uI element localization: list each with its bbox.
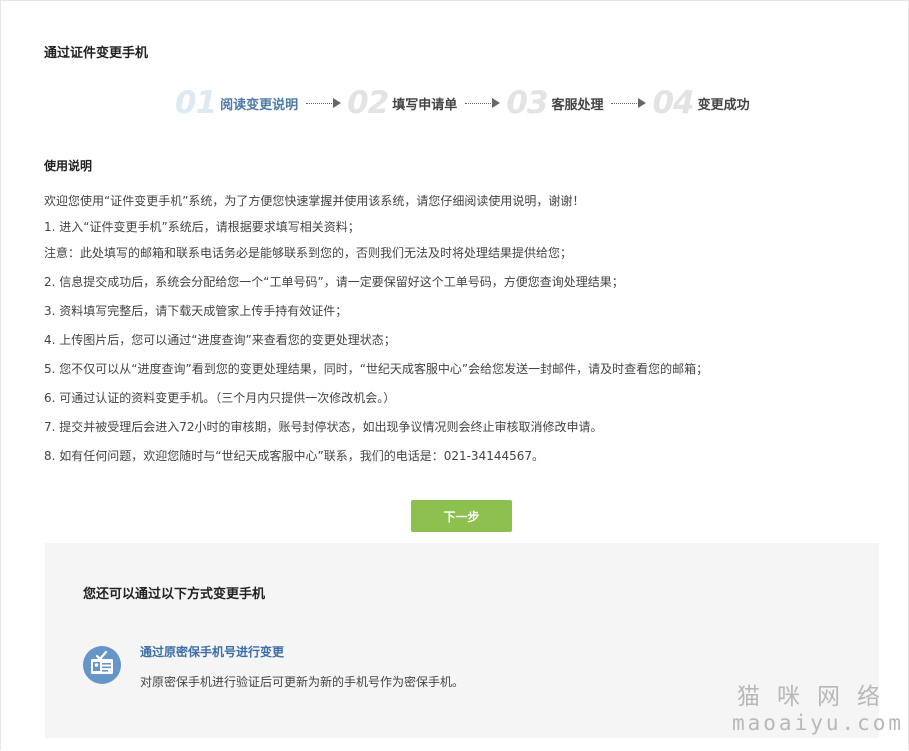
instruction-item: 8. 如有任何问题，欢迎您随时与“世纪天成客服中心”联系，我们的电话是：021-…: [44, 449, 545, 463]
step-2-number: 02: [347, 85, 389, 121]
instruction-item: 7. 提交并被受理后会进入72小时的审核期，账号封停状态，如出现争议情况则会终止…: [44, 420, 603, 434]
instruction-item: 4. 上传图片后，您可以通过“进度查询”来查看您的变更处理状态；: [44, 333, 396, 347]
instruction-item: 5. 您不仅可以从“进度查询”看到您的变更处理结果，同时，“世纪天成客服中心”会…: [44, 362, 709, 376]
watermark-cn: 猫咪网络: [737, 684, 897, 710]
step-4-number: 04: [652, 85, 694, 121]
instruction-intro: 欢迎您使用“证件变更手机”系统，为了方便您快速掌握并使用该系统，请您仔细阅读使用…: [44, 194, 585, 208]
arrow-right-icon: [306, 98, 342, 108]
instruction-item: 1. 进入“证件变更手机”系统后，请根据要求填写相关资料；: [44, 220, 360, 234]
step-1: 01 阅读变更说明: [175, 86, 298, 120]
instruction-item: 2. 信息提交成功后，系统会分配给您一个“工单号码”，请一定要保留好这个工单号码…: [44, 275, 624, 289]
instructions-list: 欢迎您使用“证件变更手机”系统，为了方便您快速掌握并使用该系统，请您仔细阅读使用…: [44, 188, 884, 469]
step-1-label: 阅读变更说明: [220, 97, 299, 113]
site-watermark: 猫咪网络 maoaiyu.com: [732, 684, 902, 736]
step-3-number: 03: [506, 85, 548, 121]
page-title: 通过证件变更手机: [44, 46, 149, 61]
arrow-right-icon: [465, 98, 501, 108]
step-progress: 01 阅读变更说明 02 填写申请单 03 客服处理 04 变更成功: [175, 86, 750, 120]
step-4-label: 变更成功: [697, 97, 750, 113]
watermark-en: maoaiyu.com: [732, 711, 905, 735]
step-3: 03 客服处理: [506, 86, 603, 120]
instruction-item: 3. 资料填写完整后，请下载天成管家上传手持有效证件；: [44, 304, 348, 318]
step-4: 04 变更成功: [652, 86, 749, 120]
instruction-note: 注意：此处填写的邮箱和联系电话务必是能够联系到您的，否则我们无法及时将处理结果提…: [44, 246, 573, 260]
step-1-number: 01: [175, 85, 217, 121]
verify-old-phone-description: 对原密保手机进行验证后可更新为新的手机号作为密保手机。: [140, 675, 465, 689]
alternatives-title: 您还可以通过以下方式变更手机: [83, 587, 266, 602]
step-2: 02 填写申请单: [347, 86, 457, 120]
step-2-label: 填写申请单: [392, 97, 458, 113]
arrow-right-icon: [611, 98, 647, 108]
instruction-item: 6. 可通过认证的资料变更手机。（三个月内只提供一次修改机会。）: [44, 391, 396, 405]
instructions-title: 使用说明: [44, 159, 93, 173]
step-3-label: 客服处理: [551, 97, 604, 113]
id-card-check-icon: [83, 646, 121, 684]
verify-old-phone-link[interactable]: 通过原密保手机号进行变更: [140, 643, 284, 660]
next-step-button[interactable]: 下一步: [411, 500, 512, 532]
